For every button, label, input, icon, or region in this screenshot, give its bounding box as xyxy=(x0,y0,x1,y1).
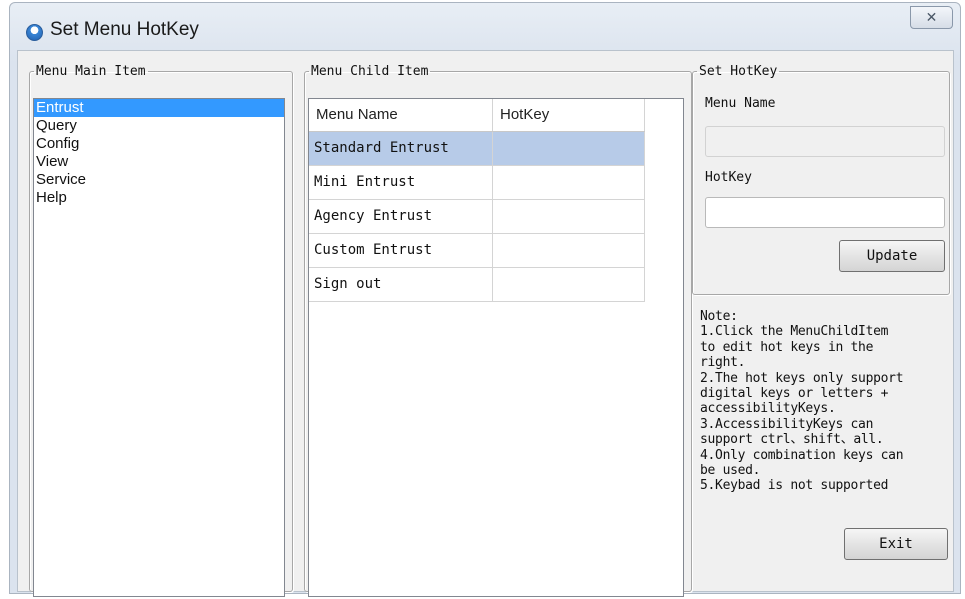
menu-main-item-group: Menu Main Item Entrust Query Config View Ser… xyxy=(29,64,293,597)
table-row[interactable]: Mini Entrust xyxy=(309,166,645,200)
cell-menu-name[interactable]: Sign out xyxy=(309,268,493,301)
main-item-query[interactable]: Query xyxy=(34,117,284,135)
main-item-entrust[interactable]: Entrust xyxy=(34,99,284,117)
note-text: Note: 1.Click the MenuChildItem to edit … xyxy=(700,309,904,494)
set-hotkey-legend: Set HotKey xyxy=(699,64,778,79)
menu-child-item-legend: Menu Child Item xyxy=(311,64,429,79)
menu-child-item-group: Menu Child Item Menu Name HotKey Standar… xyxy=(304,64,692,597)
cell-menu-name[interactable]: Agency Entrust xyxy=(309,200,493,233)
main-item-help[interactable]: Help xyxy=(34,189,284,207)
cell-menu-name[interactable]: Mini Entrust xyxy=(309,166,493,199)
column-header-menu-name[interactable]: Menu Name xyxy=(309,99,493,131)
cell-hotkey[interactable] xyxy=(493,200,645,233)
main-item-service[interactable]: Service xyxy=(34,171,284,189)
cell-menu-name[interactable]: Custom Entrust xyxy=(309,234,493,267)
update-button[interactable]: Update xyxy=(839,240,945,272)
menu-child-item-grid[interactable]: Menu Name HotKey Standard Entrust Mini En… xyxy=(308,98,684,597)
menu-name-label: Menu Name xyxy=(705,96,776,111)
exit-button[interactable]: Exit xyxy=(844,528,948,560)
menu-main-item-list[interactable]: Entrust Query Config View Service Help xyxy=(33,98,285,597)
cell-hotkey[interactable] xyxy=(493,268,645,301)
dialog-window: Set Menu HotKey ✕ Menu Main Item Entrust… xyxy=(9,2,961,597)
cell-hotkey[interactable] xyxy=(493,166,645,199)
dialog-client-area: Menu Main Item Entrust Query Config View Ser… xyxy=(17,50,954,597)
table-row[interactable]: Custom Entrust xyxy=(309,234,645,268)
menu-name-field xyxy=(705,126,945,157)
menu-main-item-legend: Menu Main Item xyxy=(36,64,146,79)
hotkey-label: HotKey xyxy=(705,170,752,185)
table-row[interactable]: Sign out xyxy=(309,268,645,302)
hotkey-input[interactable] xyxy=(705,197,945,228)
table-row[interactable]: Standard Entrust xyxy=(309,132,645,166)
cell-hotkey[interactable] xyxy=(493,234,645,267)
window-title: Set Menu HotKey xyxy=(50,19,199,40)
cell-hotkey[interactable] xyxy=(493,132,645,165)
close-icon: ✕ xyxy=(925,9,938,25)
close-button[interactable]: ✕ xyxy=(910,6,953,29)
column-header-hotkey[interactable]: HotKey xyxy=(493,99,645,131)
app-globe-icon xyxy=(26,24,43,41)
main-item-config[interactable]: Config xyxy=(34,135,284,153)
cell-menu-name[interactable]: Standard Entrust xyxy=(309,132,493,165)
set-hotkey-group: Set HotKey Menu Name HotKey Update xyxy=(692,64,950,295)
main-item-view[interactable]: View xyxy=(34,153,284,171)
table-row[interactable]: Agency Entrust xyxy=(309,200,645,234)
grid-header: Menu Name HotKey xyxy=(309,99,645,132)
